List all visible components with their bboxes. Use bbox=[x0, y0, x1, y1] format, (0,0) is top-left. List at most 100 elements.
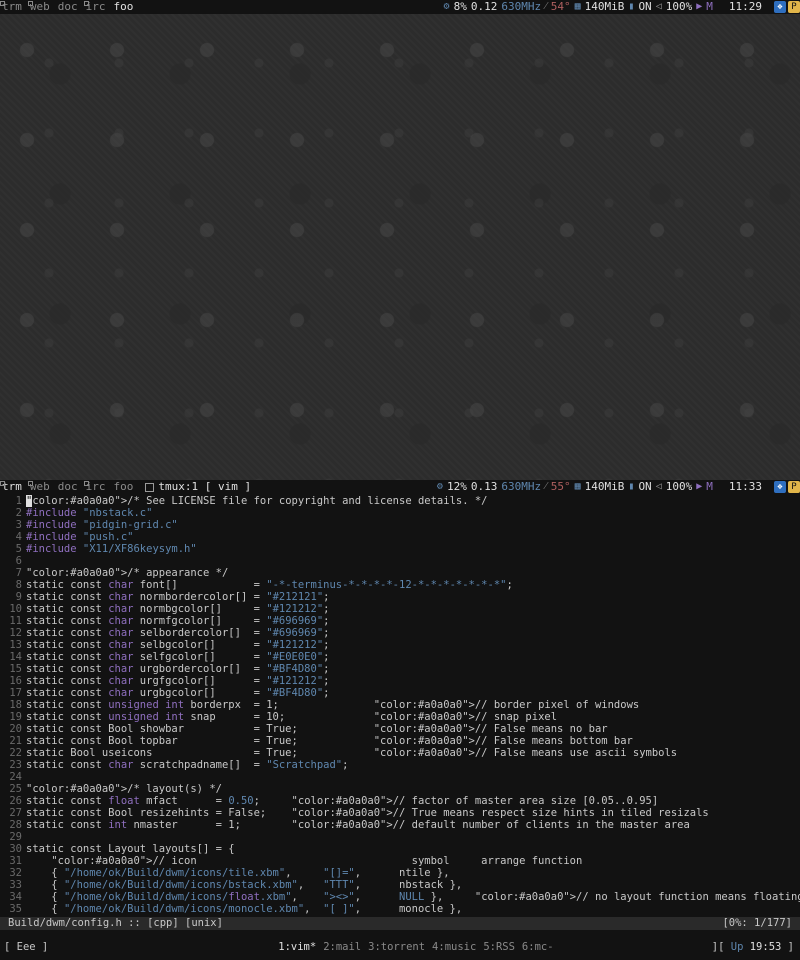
tmux-window-5[interactable]: 5:RSS bbox=[483, 940, 522, 954]
tmux-uptime: ][ Up 19:53 ] bbox=[711, 941, 794, 953]
tag-foo[interactable]: foo bbox=[112, 480, 140, 494]
dropbox-icon[interactable]: ❖ bbox=[774, 481, 786, 493]
code-line[interactable]: 16 static const char urgfgcolor[] = "#121… bbox=[0, 675, 800, 687]
tmux-window-6[interactable]: 6:mc- bbox=[522, 940, 561, 954]
code-line[interactable]: 30 static const Layout layouts[] = { bbox=[0, 843, 800, 855]
line-text: { "/home/ok/Build/dwm/icons/float.xbm", … bbox=[26, 891, 800, 903]
vim-file-info: Build/dwm/config.h :: [cpp] [unix] bbox=[8, 917, 223, 929]
code-line[interactable]: 29 bbox=[0, 831, 800, 843]
code-line[interactable]: 34 { "/home/ok/Build/dwm/icons/float.xbm… bbox=[0, 891, 800, 903]
dropbox-icon[interactable]: ❖ bbox=[774, 1, 786, 13]
tmux-window-3[interactable]: 3:torrent bbox=[368, 940, 432, 954]
code-line[interactable]: 20 static const Bool showbar = True; "col… bbox=[0, 723, 800, 735]
line-text: static const Bool topbar = True; "color:… bbox=[26, 735, 633, 747]
system-tray: ❖ P bbox=[774, 1, 800, 13]
wifi-status: ON bbox=[638, 0, 652, 13]
code-line[interactable]: 26 static const float mfact = 0.50; "colo… bbox=[0, 795, 800, 807]
line-text: static const char selfgcolor[] = "#E0E0E… bbox=[26, 651, 330, 663]
code-line[interactable]: 19 static const unsigned int snap = 10; "… bbox=[0, 711, 800, 723]
line-text: static const unsigned int borderpx = 1; … bbox=[26, 699, 640, 711]
line-text: static const char font[] = "-*-terminus-… bbox=[26, 579, 513, 591]
tag-doc[interactable]: doc bbox=[56, 480, 84, 494]
tag-trm[interactable]: trm bbox=[0, 480, 28, 494]
tmux-window-2[interactable]: 2:mail bbox=[323, 940, 368, 954]
layout-icon[interactable] bbox=[145, 482, 155, 492]
code-line[interactable]: 31 "color:#a0a0a0">// icon symbol arrang… bbox=[0, 855, 800, 867]
system-status: ⚙ 8% 0.12 630MHz ⁄ 54° ▦ 140MiB ▮ ON ◁ 1… bbox=[444, 0, 717, 14]
code-line[interactable]: 12 static const char selbordercolor[] = "… bbox=[0, 627, 800, 639]
cpu-icon: ⚙ bbox=[443, 1, 450, 12]
code-line[interactable]: 21 static const Bool topbar = True; "colo… bbox=[0, 735, 800, 747]
line-number: 23 bbox=[9, 759, 22, 771]
code-line[interactable]: 1 "color:#a0a0a0">/* See LICENSE file for… bbox=[0, 495, 800, 507]
system-status: ⚙ 12% 0.13 630MHz ⁄ 55° ▦ 140MiB ▮ ON ◁ … bbox=[437, 480, 717, 494]
line-number: 4 bbox=[15, 531, 22, 543]
code-line[interactable]: 2 #include "nbstack.c" bbox=[0, 507, 800, 519]
line-text: #include "X11/XF86keysym.h" bbox=[26, 543, 197, 555]
code-line[interactable]: 25 "color:#a0a0a0">/* layout(s) */ bbox=[0, 783, 800, 795]
tag-irc[interactable]: irc bbox=[83, 0, 112, 14]
line-text: static const char scratchpadname[] = "Sc… bbox=[26, 759, 349, 771]
code-line[interactable]: 27 static const Bool resizehints = False;… bbox=[0, 807, 800, 819]
code-line[interactable]: 3 #include "pidgin-grid.c" bbox=[0, 519, 800, 531]
line-number: 28 bbox=[9, 819, 22, 831]
tag-web[interactable]: web bbox=[27, 480, 56, 494]
line-text: #include "nbstack.c" bbox=[26, 507, 153, 519]
code-line[interactable]: 18 static const unsigned int borderpx = 1… bbox=[0, 699, 800, 711]
line-number: 11 bbox=[9, 615, 22, 627]
line-number: 15 bbox=[9, 663, 22, 675]
tag-web[interactable]: web bbox=[27, 0, 56, 14]
memory-icon: ▦ bbox=[574, 1, 581, 12]
code-line[interactable]: 4 #include "push.c" bbox=[0, 531, 800, 543]
line-text: static const Bool resizehints = False; "… bbox=[26, 807, 709, 819]
line-number: 5 bbox=[15, 543, 22, 555]
line-text: static const int nmaster = 1; "color:#a0… bbox=[26, 819, 690, 831]
code-line[interactable]: 6 bbox=[0, 555, 800, 567]
code-line[interactable]: 8 static const char font[] = "-*-terminus… bbox=[0, 579, 800, 591]
line-number: 26 bbox=[9, 795, 22, 807]
code-line[interactable]: 15 static const char urgbordercolor[] = "… bbox=[0, 663, 800, 675]
code-buffer[interactable]: 1 "color:#a0a0a0">/* See LICENSE file for… bbox=[0, 495, 800, 915]
code-line[interactable]: 23 static const char scratchpadname[] = "… bbox=[0, 759, 800, 771]
tag-doc[interactable]: doc bbox=[56, 0, 84, 14]
code-line[interactable]: 5 #include "X11/XF86keysym.h" bbox=[0, 543, 800, 555]
line-number: 29 bbox=[9, 831, 22, 843]
tmux-window-1[interactable]: 1:vim* bbox=[278, 940, 323, 954]
line-number: 6 bbox=[15, 555, 22, 567]
line-text: "color:#a0a0a0">// icon symbol arrange f… bbox=[51, 855, 583, 867]
tmux-statusbar: [ Eee ] 1:vim* 2:mail 3:torrent 4:music 5:RS… bbox=[0, 940, 800, 954]
pidgin-icon[interactable]: P bbox=[788, 1, 800, 13]
line-number: 32 bbox=[9, 867, 22, 879]
line-text: static const char urgbordercolor[] = "#B… bbox=[26, 663, 330, 675]
tmux-window-4[interactable]: 4:music bbox=[432, 940, 483, 954]
line-number: 25 bbox=[9, 783, 22, 795]
line-text: "color:#a0a0a0">/* See LICENSE file for … bbox=[26, 495, 488, 507]
tag-trm[interactable]: trm bbox=[0, 0, 28, 14]
vim-editor[interactable]: 1 "color:#a0a0a0">/* See LICENSE file for… bbox=[0, 495, 800, 917]
temperature: 54° bbox=[550, 0, 571, 13]
tag-foo[interactable]: foo bbox=[112, 0, 140, 14]
code-line[interactable]: 14 static const char selfgcolor[] = "#E0E… bbox=[0, 651, 800, 663]
code-line[interactable]: 35 { "/home/ok/Build/dwm/icons/monocle.x… bbox=[0, 903, 800, 915]
code-line[interactable]: 9 static const char normbordercolor[] = "… bbox=[0, 591, 800, 603]
code-line[interactable]: 17 static const char urgbgcolor[] = "#BF4… bbox=[0, 687, 800, 699]
vim-statusline: Build/dwm/config.h :: [cpp] [unix] [0%: … bbox=[0, 917, 800, 930]
code-line[interactable]: 28 static const int nmaster = 1; "color:#… bbox=[0, 819, 800, 831]
pidgin-icon[interactable]: P bbox=[788, 481, 800, 493]
tag-irc[interactable]: irc bbox=[83, 480, 112, 494]
volume-icon: ◁ bbox=[655, 481, 662, 492]
mail-indicator: M bbox=[706, 480, 713, 493]
code-line[interactable]: 22 static Bool useicons = True; "color:#a… bbox=[0, 747, 800, 759]
bottom-status-bar: trm web doc irc foo tmux:1 [ vim ] ⚙ 12%… bbox=[0, 480, 800, 494]
code-line[interactable]: 13 static const char selbgcolor[] = "#121… bbox=[0, 639, 800, 651]
line-number: 34 bbox=[9, 891, 22, 903]
code-line[interactable]: 10 static const char normbgcolor[] = "#12… bbox=[0, 603, 800, 615]
window-title: tmux:1 [ vim ] bbox=[158, 480, 252, 493]
code-line[interactable]: 32 { "/home/ok/Build/dwm/icons/tile.xbm"… bbox=[0, 867, 800, 879]
line-number: 13 bbox=[9, 639, 22, 651]
code-line[interactable]: 33 { "/home/ok/Build/dwm/icons/bstack.xb… bbox=[0, 879, 800, 891]
code-line[interactable]: 24 bbox=[0, 771, 800, 783]
code-line[interactable]: 11 static const char normfgcolor[] = "#69… bbox=[0, 615, 800, 627]
code-line[interactable]: 7 "color:#a0a0a0">/* appearance */ bbox=[0, 567, 800, 579]
line-number: 24 bbox=[9, 771, 22, 783]
